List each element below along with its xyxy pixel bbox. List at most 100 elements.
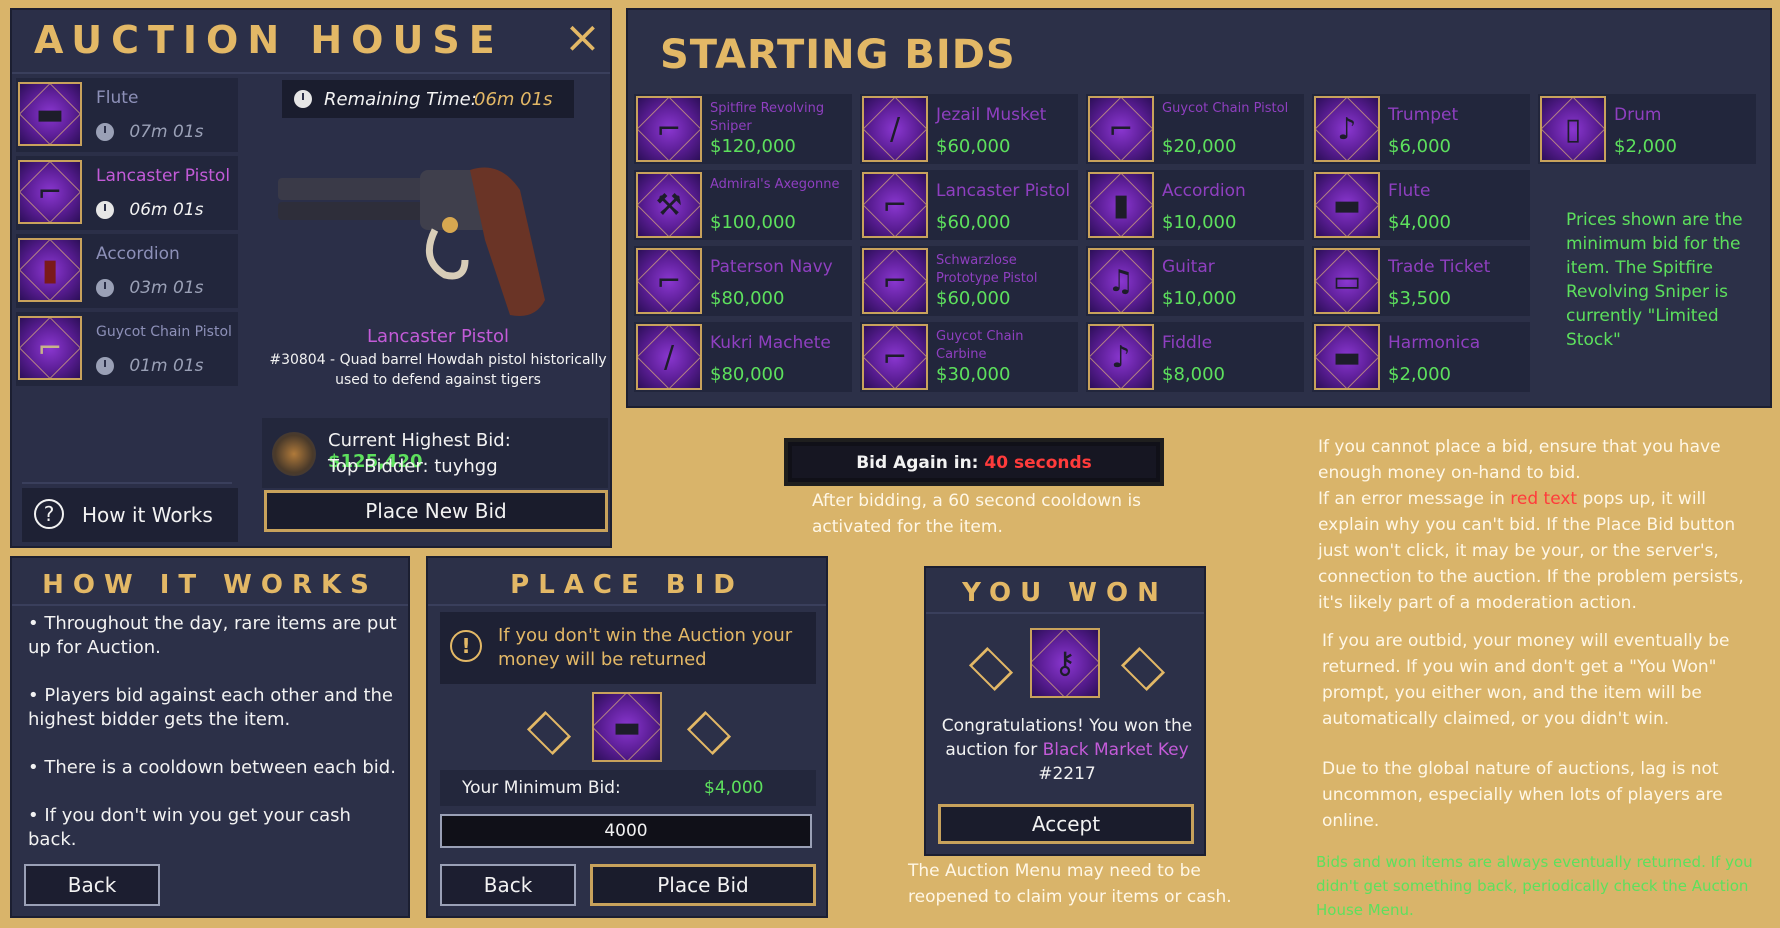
starting-bid-item[interactable]: ♫ Guitar $10,000: [1086, 246, 1304, 316]
starting-bid-item-name: Jezail Musket: [936, 105, 1047, 125]
starting-bid-item-price: $60,000: [936, 136, 1011, 157]
starting-bid-item-name: Flute: [1388, 181, 1431, 201]
starting-bid-item[interactable]: ▭ Trade Ticket $3,500: [1312, 246, 1530, 316]
starting-bid-item-name: Schwarzlose Prototype Pistol: [936, 253, 1038, 286]
accordion-item-icon: ▮: [18, 238, 82, 302]
starting-bid-item[interactable]: / Jezail Musket $60,000: [860, 94, 1078, 164]
how-it-works-label: How it Works: [82, 503, 213, 527]
notes-text: If an error message in: [1318, 489, 1505, 509]
title-divider: [428, 604, 826, 606]
starting-bid-item[interactable]: / Kukri Machete $80,000: [634, 322, 852, 392]
list-item-name: Guycot Chain Pistol: [96, 324, 232, 340]
starting-bid-item-price: $60,000: [936, 212, 1011, 233]
cooldown-value: 40 seconds: [984, 453, 1092, 473]
title-divider: [12, 604, 408, 606]
starting-bid-item[interactable]: ⌐ Guycot Chain Carbine $30,000: [860, 322, 1078, 392]
min-bid-row: Your Minimum Bid: $4,000: [440, 770, 816, 806]
starting-bid-item-price: $20,000: [1162, 136, 1237, 157]
next-item-arrow[interactable]: [686, 710, 732, 756]
list-item-name: Accordion: [96, 244, 180, 264]
notes-red-text: red text: [1510, 489, 1578, 509]
flute-item-icon: ▬: [18, 82, 82, 146]
starting-bid-item-price: $10,000: [1162, 288, 1237, 309]
top-bidder-label: Top Bidder: tuyhgg: [328, 456, 498, 477]
list-item[interactable]: ▮ Accordion 03m 01s: [16, 234, 238, 308]
starting-bid-item[interactable]: ⚒ Admiral's Axegonne $100,000: [634, 170, 852, 240]
how-it-works-back-button[interactable]: Back: [24, 864, 160, 906]
accept-button[interactable]: Accept: [938, 804, 1194, 844]
starting-bid-item-name: Accordion: [1162, 181, 1246, 201]
you-won-item-name: Black Market Key: [1042, 740, 1189, 760]
notes-paragraph-1b: If an error message in red text pops up,…: [1318, 486, 1750, 616]
place-bid-button[interactable]: Place Bid: [590, 864, 816, 906]
list-item-time: 03m 01s: [129, 278, 204, 298]
you-won-item-number: #2217: [1038, 764, 1096, 784]
list-item-timer: 01m 01s: [96, 356, 204, 376]
clock-icon: [294, 90, 312, 108]
you-won-caption: The Auction Menu may need to be reopened…: [908, 861, 1232, 907]
starting-bid-item-name: Spitfire Revolving Sniper: [710, 101, 825, 134]
list-item-timer: 07m 01s: [96, 122, 204, 142]
lancaster-pistol-item-icon: ⌐: [18, 160, 82, 224]
bid-amount-input[interactable]: 4000: [440, 814, 812, 848]
starting-bid-item[interactable]: ⌐ Paterson Navy $80,000: [634, 246, 852, 316]
starting-bid-item-icon: ⌐: [862, 248, 928, 314]
starting-bid-item-name: Guycot Chain Pistol: [1162, 101, 1289, 116]
list-item[interactable]: ⌐ Lancaster Pistol 06m 01s: [16, 156, 238, 230]
starting-bid-item-price: $80,000: [710, 288, 785, 309]
starting-bid-item-icon: ♪: [1088, 324, 1154, 390]
how-it-works-button[interactable]: ? How it Works: [22, 488, 238, 542]
starting-bid-item[interactable]: ⌐ Lancaster Pistol $60,000: [860, 170, 1078, 240]
starting-bid-item[interactable]: ▮ Accordion $10,000: [1086, 170, 1304, 240]
starting-bid-item[interactable]: ▯ Drum $2,000: [1538, 94, 1756, 164]
lancaster-pistol-image: [278, 167, 545, 316]
starting-bid-item[interactable]: ⌐ Schwarzlose Prototype Pistol $60,000: [860, 246, 1078, 316]
starting-bid-item-name: Guycot Chain Carbine: [936, 329, 1024, 362]
list-item-time: 01m 01s: [129, 356, 204, 376]
starting-bid-item-name: Admiral's Axegonne: [710, 177, 840, 192]
starting-bid-item-icon: ▭: [1314, 248, 1380, 314]
starting-bid-item[interactable]: ⌐ Guycot Chain Pistol $20,000: [1086, 94, 1304, 164]
starting-bid-item-name: Harmonica: [1388, 333, 1481, 353]
starting-bid-item[interactable]: ⌐ Spitfire Revolving Sniper $120,000: [634, 94, 852, 164]
list-item-timer: 03m 01s: [96, 278, 204, 298]
list-item-name: Flute: [96, 88, 139, 108]
list-item[interactable]: ⌐ Guycot Chain Pistol 01m 01s: [16, 312, 238, 386]
clock-icon: [96, 279, 114, 297]
notes-paragraph-4: Bids and won items are always eventually…: [1316, 853, 1753, 919]
starting-bid-item-icon: ▯: [1540, 96, 1606, 162]
top-bidder-avatar: [272, 432, 316, 476]
remaining-time-label: Remaining Time:: [324, 89, 477, 110]
list-item[interactable]: ▬ Flute 07m 01s: [16, 78, 238, 152]
starting-bid-item-icon: ▬: [1314, 172, 1380, 238]
starting-bid-item-icon: ♫: [1088, 248, 1154, 314]
next-prize-arrow[interactable]: [1120, 646, 1166, 692]
starting-bid-item[interactable]: ▬ Harmonica $2,000: [1312, 322, 1530, 392]
starting-bid-item[interactable]: ♪ Trumpet $6,000: [1312, 94, 1530, 164]
starting-bid-item-price: $4,000: [1388, 212, 1451, 233]
clock-icon: [96, 357, 114, 375]
place-new-bid-button[interactable]: Place New Bid: [264, 490, 608, 532]
starting-bids-note: Prices shown are the minimum bid for the…: [1566, 210, 1743, 350]
list-item-time: 07m 01s: [129, 122, 204, 142]
starting-bid-item-price: $10,000: [1162, 212, 1237, 233]
starting-bid-item-price: $2,000: [1388, 364, 1451, 385]
starting-bid-item-name: Paterson Navy: [710, 257, 833, 277]
place-bid-back-button[interactable]: Back: [440, 864, 576, 906]
highest-bid-label: Current Highest Bid:: [328, 430, 511, 451]
previous-prize-arrow[interactable]: [968, 646, 1014, 692]
starting-bid-item-icon: ▬: [1314, 324, 1380, 390]
black-market-key-icon: ⚷: [1030, 628, 1100, 698]
starting-bid-item-price: $100,000: [710, 212, 796, 233]
bid-item-icon: ▬: [592, 692, 662, 762]
cooldown-line: Bid Again in: 40 seconds: [788, 453, 1160, 473]
starting-bid-item-icon: ⌐: [862, 172, 928, 238]
starting-bid-item[interactable]: ♪ Fiddle $8,000: [1086, 322, 1304, 392]
previous-item-arrow[interactable]: [526, 710, 572, 756]
selected-item-description: #30804 - Quad barrel Howdah pistol histo…: [269, 352, 607, 388]
close-icon[interactable]: ×: [564, 16, 601, 60]
starting-bids-panel: STARTING BIDS ⌐ Spitfire Revolving Sniper…: [626, 8, 1772, 408]
you-won-title: YOU WON: [962, 578, 1168, 608]
starting-bid-item[interactable]: ▬ Flute $4,000: [1312, 170, 1530, 240]
list-item-time: 06m 01s: [129, 200, 204, 220]
